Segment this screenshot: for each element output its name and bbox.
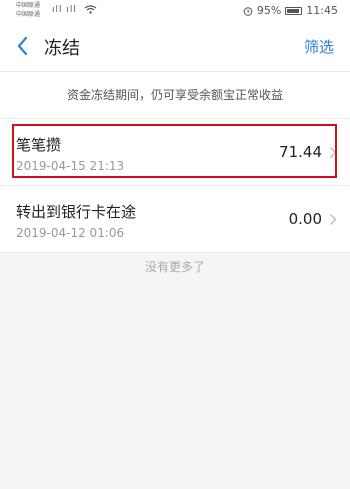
nav-bar: 冻结 筛选 — [0, 22, 350, 72]
chevron-right-icon — [330, 147, 337, 158]
status-bar: 中国联通 中国联通 ıll ıll 95% 11:45 — [0, 0, 350, 22]
chevron-right-icon — [330, 214, 337, 225]
item-date: 2019-04-15 21:13 — [16, 159, 125, 173]
alarm-icon — [243, 6, 253, 16]
status-right: 95% 11:45 — [243, 4, 338, 17]
item-name: 转出到银行卡在途 — [16, 203, 137, 221]
signal-icon: ıll ıll — [52, 5, 97, 15]
list-item[interactable]: 笔笔攒 2019-04-15 21:13 71.44 — [0, 119, 350, 186]
page-title: 冻结 — [44, 38, 80, 59]
carrier-info: 中国联通 中国联通 — [16, 1, 40, 19]
wifi-icon — [84, 5, 97, 14]
list-item[interactable]: 转出到银行卡在途 2019-04-12 01:06 0.00 — [0, 186, 350, 253]
notice-banner: 资金冻结期间，仍可享受余额宝正常收益 — [0, 72, 350, 119]
item-date: 2019-04-12 01:06 — [16, 226, 125, 240]
carrier-label-2: 中国联通 — [16, 11, 41, 18]
carrier-label-1: 中国联通 — [16, 2, 41, 9]
battery-percent: 95% — [256, 4, 282, 17]
item-amount: 0.00 — [288, 210, 322, 228]
clock: 11:45 — [306, 4, 338, 17]
filter-button[interactable]: 筛选 — [304, 36, 334, 57]
battery-icon — [285, 6, 303, 15]
back-arrow-icon[interactable] — [14, 35, 32, 57]
frozen-list: 笔笔攒 2019-04-15 21:13 71.44 转出到银行卡在途 2019… — [0, 119, 350, 253]
no-more-text: 没有更多了 — [144, 260, 205, 274]
item-amount: 71.44 — [279, 143, 322, 161]
item-name: 笔笔攒 — [16, 136, 62, 154]
